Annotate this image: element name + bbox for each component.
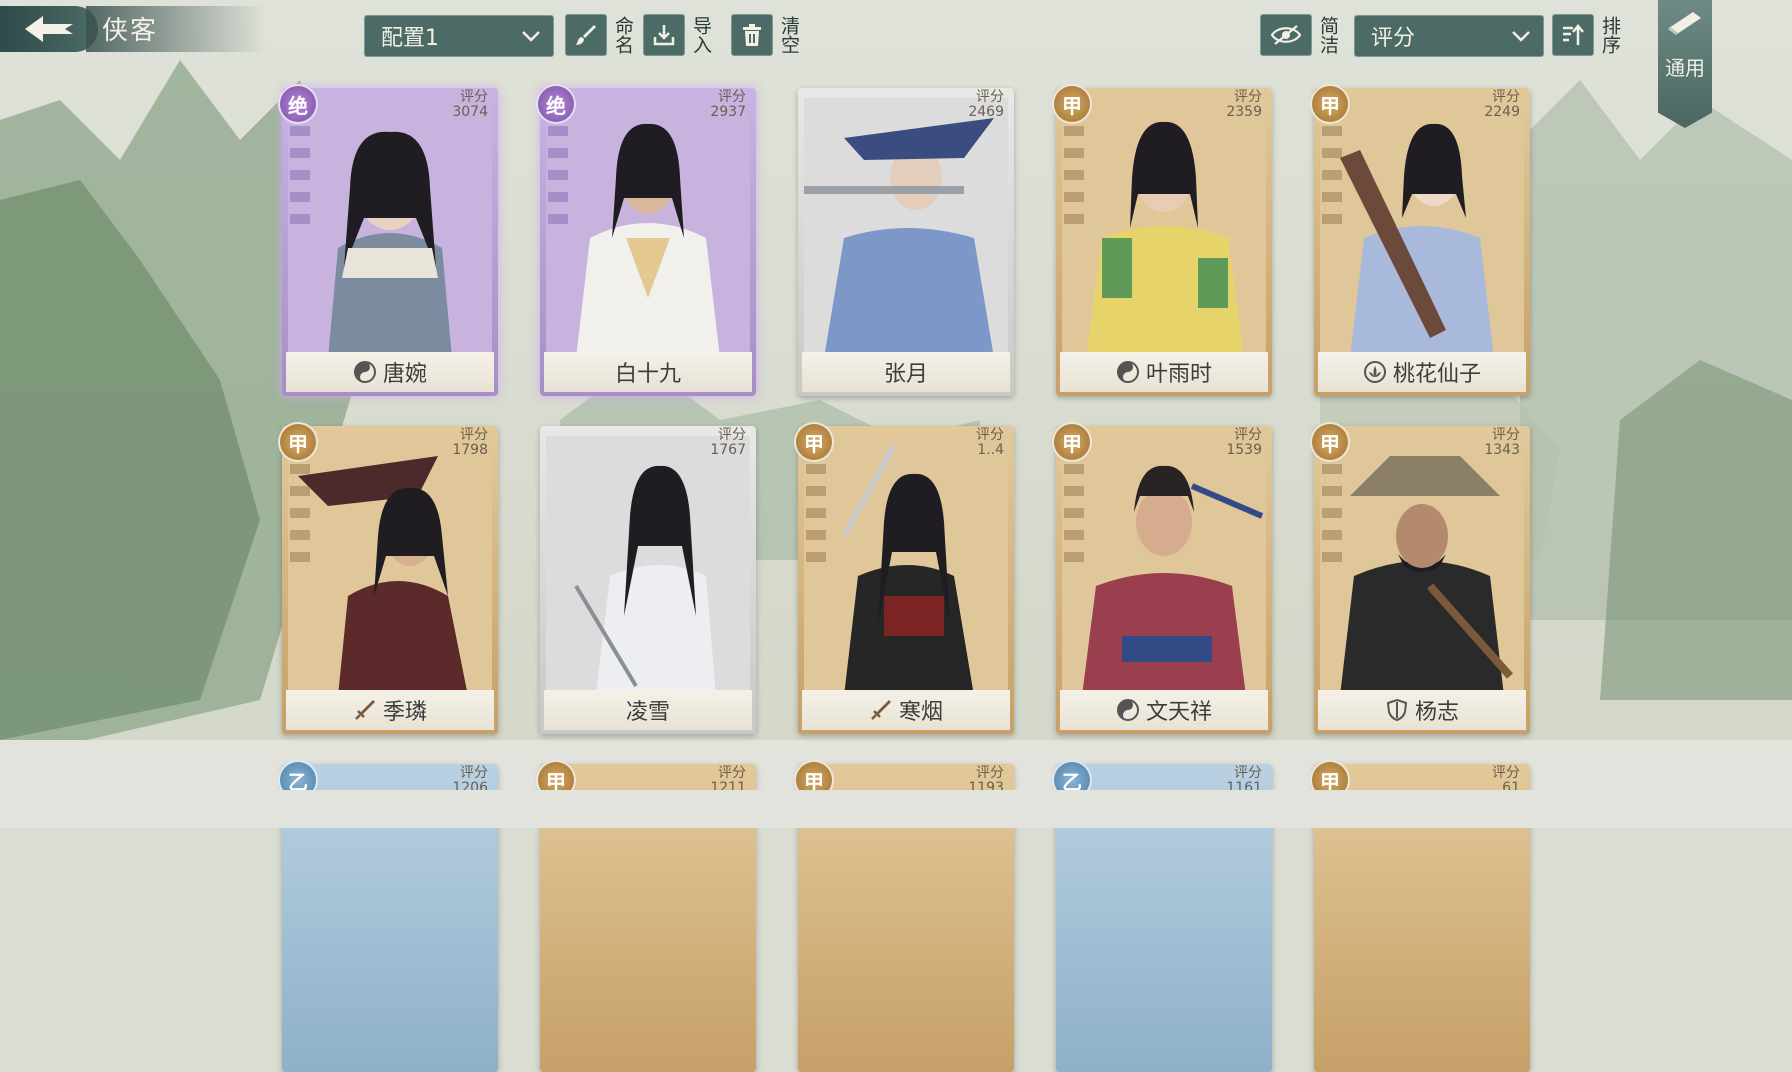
hero-name-bar: 桃花仙子 — [1318, 352, 1526, 392]
rank-badge: 甲 — [794, 422, 834, 462]
hero-name-bar: 季璘 — [286, 690, 494, 730]
hero-name: 桃花仙子 — [1392, 362, 1481, 387]
hero-card[interactable]: 甲 评分 1798 季璘 — [278, 422, 498, 734]
hero-name: 杨志 — [1414, 700, 1459, 725]
hero-portrait — [546, 436, 750, 696]
rank-badge: 甲 — [278, 422, 318, 462]
hero-card[interactable]: 评分 1767 凌雪 — [540, 426, 756, 734]
taiji-icon — [1116, 361, 1139, 383]
taiji-icon — [353, 361, 376, 383]
hero-card[interactable]: 甲 评分 1..4 寒烟 — [794, 422, 1014, 734]
hero-card[interactable]: 评分 2469 张月 — [798, 88, 1014, 396]
hero-card[interactable]: 甲 评分 1343 杨志 — [1310, 422, 1530, 734]
hero-name: 叶雨时 — [1145, 362, 1212, 387]
rank-badge: 绝 — [536, 84, 576, 124]
hero-name: 文天祥 — [1145, 700, 1212, 725]
hero-card[interactable]: 绝 评分 2937 白十九 — [536, 84, 756, 396]
hero-portrait — [288, 98, 492, 358]
lotus-icon — [1363, 361, 1386, 383]
hero-portrait — [1062, 436, 1266, 696]
hero-name-bar: 张月 — [802, 352, 1010, 392]
rank-badge: 甲 — [1310, 84, 1350, 124]
hero-card-grid: 绝 评分 3074 唐婉 绝 评分 2937 白十九 评分 2469 张月 甲 … — [0, 0, 1792, 1072]
score-display: 评分 1539 — [1226, 427, 1262, 458]
hero-card[interactable]: 绝 评分 3074 唐婉 — [278, 84, 498, 396]
sword-icon — [871, 700, 891, 720]
score-display: 评分 3074 — [452, 89, 488, 120]
hero-portrait — [1320, 436, 1524, 696]
score-display: 评分 2469 — [968, 89, 1004, 120]
hero-portrait — [804, 436, 1008, 696]
hero-name-bar: 寒烟 — [802, 690, 1010, 730]
score-display: 评分 1343 — [1484, 427, 1520, 458]
hero-card[interactable]: 甲 评分 2359 叶雨时 — [1052, 84, 1272, 396]
score-display: 评分 1..4 — [976, 427, 1004, 458]
hero-portrait — [1062, 98, 1266, 358]
bottom-edge — [0, 790, 1792, 828]
score-display: 评分 1798 — [452, 427, 488, 458]
hero-name-bar: 白十九 — [544, 352, 752, 392]
score-display: 评分 2249 — [1484, 89, 1520, 120]
hero-card[interactable]: 甲 评分 1539 文天祥 — [1052, 422, 1272, 734]
hero-card[interactable]: 甲 评分 2249 桃花仙子 — [1310, 84, 1530, 396]
hero-name-bar: 杨志 — [1318, 690, 1526, 730]
hero-name-bar: 唐婉 — [286, 352, 494, 392]
sword-icon — [355, 700, 375, 720]
rank-badge: 绝 — [278, 84, 318, 124]
hero-name: 凌雪 — [625, 700, 670, 725]
score-display: 评分 2937 — [710, 89, 746, 120]
hero-portrait — [546, 98, 750, 358]
taiji-icon — [1116, 699, 1139, 721]
hero-portrait — [804, 98, 1008, 358]
hero-name: 唐婉 — [382, 362, 427, 387]
hero-name: 白十九 — [614, 362, 681, 387]
rank-badge: 甲 — [1052, 422, 1092, 462]
hero-name: 张月 — [883, 362, 928, 387]
shield-icon — [1386, 698, 1408, 722]
hero-name: 季璘 — [382, 700, 427, 725]
rank-badge: 甲 — [1310, 422, 1350, 462]
hero-name-bar: 凌雪 — [544, 690, 752, 730]
hero-portrait — [288, 436, 492, 696]
score-display: 评分 1767 — [710, 427, 746, 458]
score-display: 评分 2359 — [1226, 89, 1262, 120]
hero-name-bar: 叶雨时 — [1060, 352, 1268, 392]
hero-portrait — [1320, 98, 1524, 358]
hero-name: 寒烟 — [898, 700, 943, 725]
hero-name-bar: 文天祥 — [1060, 690, 1268, 730]
rank-badge: 甲 — [1052, 84, 1092, 124]
